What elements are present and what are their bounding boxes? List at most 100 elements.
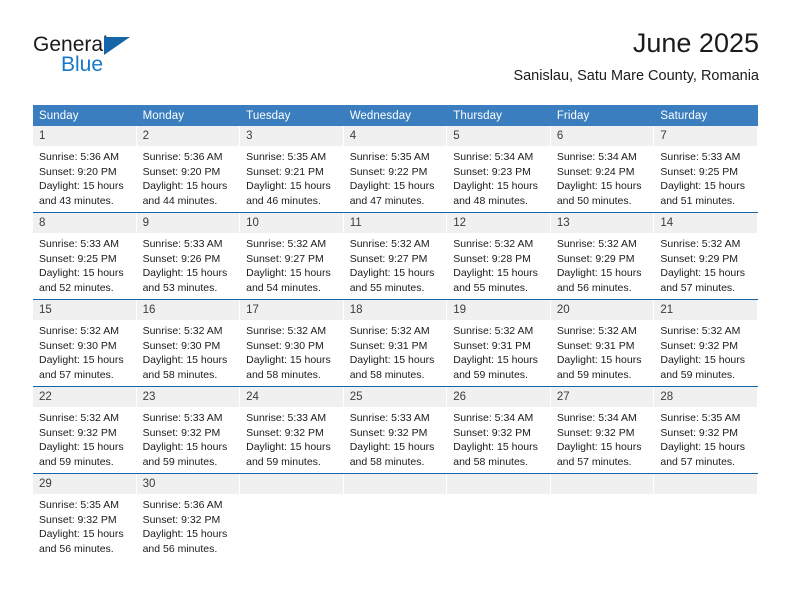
calendar-day-cell[interactable]: 2 Sunrise: 5:36 AM Sunset: 9:20 PM Daylight… — [136, 126, 241, 213]
calendar-day-cell[interactable]: 17 Sunrise: 5:32 AM Sunset: 9:30 PM Dayligh… — [240, 299, 344, 387]
sunrise-text: Sunrise: 5:36 AM — [142, 151, 223, 163]
sunset-text: Sunset: 9:20 PM — [39, 165, 117, 178]
calendar-day-cell[interactable]: 4 Sunrise: 5:35 AM Sunset: 9:22 PM Daylight… — [343, 126, 448, 213]
calendar-day-cell[interactable]: 24 Sunrise: 5:33 AM Sunset: 9:32 PM Dayligh… — [240, 386, 344, 474]
calendar-day-cell[interactable]: 15 Sunrise: 5:32 AM Sunset: 9:30 PM Dayligh… — [33, 299, 137, 387]
daylight-text-line2: and 46 minutes. — [246, 194, 321, 207]
calendar-day-cell[interactable]: 25 Sunrise: 5:33 AM Sunset: 9:32 PM Dayligh… — [343, 386, 448, 474]
sunset-text: Sunset: 9:21 PM — [246, 165, 324, 178]
calendar-day-cell[interactable]: 21 Sunrise: 5:32 AM Sunset: 9:32 PM Dayligh… — [654, 299, 758, 387]
sunset-text: Sunset: 9:31 PM — [453, 339, 531, 352]
calendar-day-cell[interactable]: 8 Sunrise: 5:33 AM Sunset: 9:25 PM Daylight… — [33, 212, 137, 300]
daylight-text-line2: and 44 minutes. — [142, 194, 218, 207]
sunrise-text: Sunrise: 5:36 AM — [39, 151, 119, 163]
calendar-day-cell[interactable]: 26 Sunrise: 5:34 AM Sunset: 9:32 PM Dayligh… — [447, 386, 551, 474]
daylight-text-line1: Daylight: 15 hours — [453, 267, 538, 280]
logo-triangle-icon — [104, 37, 130, 55]
calendar-day-cell[interactable]: 29 Sunrise: 5:35 AM Sunset: 9:32 PM Dayligh… — [33, 473, 137, 560]
daylight-text-line2: and 57 minutes. — [556, 455, 632, 468]
day-number: 12 — [447, 213, 550, 233]
logo-text-blue: Blue — [61, 53, 104, 76]
day-details: Sunrise: 5:33 AM Sunset: 9:25 PM Daylight:… — [33, 233, 136, 295]
sunrise-text: Sunrise: 5:34 AM — [453, 412, 534, 424]
sunset-text: Sunset: 9:27 PM — [246, 252, 324, 265]
day-details: Sunrise: 5:36 AM Sunset: 9:20 PM Daylight:… — [33, 146, 136, 208]
calendar-day-cell[interactable]: 18 Sunrise: 5:32 AM Sunset: 9:31 PM Dayligh… — [343, 299, 448, 387]
calendar-day-cell[interactable]: 11 Sunrise: 5:32 AM Sunset: 9:27 PM Dayligh… — [343, 212, 448, 300]
calendar-day-cell[interactable]: 23 Sunrise: 5:33 AM Sunset: 9:32 PM Dayligh… — [136, 386, 241, 474]
day-number: 4 — [343, 126, 447, 146]
daylight-text-line1: Daylight: 15 hours — [453, 180, 538, 193]
daylight-text-line1: Daylight: 15 hours — [39, 267, 124, 280]
calendar-day-cell[interactable]: 14 Sunrise: 5:32 AM Sunset: 9:29 PM Dayligh… — [654, 212, 758, 300]
daylight-text-line2: and 43 minutes. — [39, 194, 114, 207]
calendar-day-cell[interactable]: 28 Sunrise: 5:35 AM Sunset: 9:32 PM Dayligh… — [654, 386, 758, 474]
daylight-text-line1: Daylight: 15 hours — [142, 441, 228, 454]
page-subtitle: Sanislau, Satu Mare County, Romania — [513, 68, 759, 84]
sunset-text: Sunset: 9:25 PM — [39, 252, 117, 265]
sunrise-text: Sunrise: 5:32 AM — [556, 238, 637, 250]
calendar-day-cell[interactable]: 22 Sunrise: 5:32 AM Sunset: 9:32 PM Dayligh… — [33, 386, 137, 474]
day-details: Sunrise: 5:35 AM Sunset: 9:22 PM Daylight:… — [344, 146, 447, 208]
sunrise-text: Sunrise: 5:34 AM — [556, 412, 637, 424]
calendar-day-cell[interactable]: 6 Sunrise: 5:34 AM Sunset: 9:24 PM Daylight… — [550, 126, 655, 213]
calendar-day-cell[interactable]: 5 Sunrise: 5:34 AM Sunset: 9:23 PM Daylight… — [447, 126, 551, 213]
daylight-text-line2: and 55 minutes. — [453, 281, 528, 294]
daylight-text-line1: Daylight: 15 hours — [142, 528, 228, 541]
sunrise-text: Sunrise: 5:32 AM — [246, 325, 327, 337]
day-number: 24 — [240, 387, 343, 407]
calendar-day-cell[interactable]: 30 Sunrise: 5:36 AM Sunset: 9:32 PM Dayligh… — [136, 473, 241, 560]
calendar-day-cell[interactable]: 7 Sunrise: 5:33 AM Sunset: 9:25 PM Daylight… — [654, 126, 758, 213]
daylight-text-line2: and 48 minutes. — [453, 194, 528, 207]
day-details: Sunrise: 5:34 AM Sunset: 9:32 PM Daylight:… — [447, 407, 550, 469]
day-details: Sunrise: 5:32 AM Sunset: 9:29 PM Daylight:… — [654, 233, 757, 295]
day-number: 10 — [240, 213, 343, 233]
sunset-text: Sunset: 9:32 PM — [660, 426, 739, 439]
sunset-text: Sunset: 9:23 PM — [453, 165, 531, 178]
sunrise-text: Sunrise: 5:33 AM — [349, 412, 430, 424]
calendar-day-cell[interactable]: 27 Sunrise: 5:34 AM Sunset: 9:32 PM Dayligh… — [550, 386, 655, 474]
daylight-text-line2: and 57 minutes. — [660, 455, 736, 468]
weekday-header-friday: Friday — [550, 105, 655, 126]
day-number: 14 — [654, 213, 757, 233]
sunrise-text: Sunrise: 5:36 AM — [142, 499, 223, 511]
day-details: Sunrise: 5:32 AM Sunset: 9:30 PM Daylight:… — [137, 320, 240, 382]
calendar-day-cell[interactable]: 19 Sunrise: 5:32 AM Sunset: 9:31 PM Dayligh… — [447, 299, 551, 387]
sunset-text: Sunset: 9:32 PM — [453, 426, 531, 439]
daylight-text-line1: Daylight: 15 hours — [349, 441, 435, 454]
day-number: 23 — [136, 387, 240, 407]
calendar-day-cell[interactable]: 10 Sunrise: 5:32 AM Sunset: 9:27 PM Dayligh… — [240, 212, 344, 300]
daylight-text-line1: Daylight: 15 hours — [453, 441, 538, 454]
daylight-text-line2: and 52 minutes. — [39, 281, 114, 294]
daylight-text-line1: Daylight: 15 hours — [556, 180, 642, 193]
day-number: 22 — [33, 387, 136, 407]
calendar-day-cell[interactable]: 20 Sunrise: 5:32 AM Sunset: 9:31 PM Dayligh… — [550, 299, 655, 387]
day-number: 18 — [343, 300, 447, 320]
sunrise-text: Sunrise: 5:32 AM — [349, 325, 430, 337]
sunrise-sunset-calendar: Sunday Monday Tuesday Wednesday Thursday… — [33, 105, 758, 560]
calendar-day-cell[interactable]: 12 Sunrise: 5:32 AM Sunset: 9:28 PM Dayligh… — [447, 212, 551, 300]
sunrise-text: Sunrise: 5:35 AM — [660, 412, 741, 424]
daylight-text-line1: Daylight: 15 hours — [660, 267, 746, 280]
daylight-text-line1: Daylight: 15 hours — [142, 180, 228, 193]
sunrise-text: Sunrise: 5:32 AM — [39, 325, 119, 337]
day-number: 9 — [136, 213, 240, 233]
day-number: 15 — [33, 300, 136, 320]
sunrise-text: Sunrise: 5:35 AM — [246, 151, 327, 163]
calendar-day-cell[interactable]: 3 Sunrise: 5:35 AM Sunset: 9:21 PM Daylight… — [240, 126, 344, 213]
day-details: Sunrise: 5:32 AM Sunset: 9:27 PM Daylight:… — [344, 233, 447, 295]
sunrise-text: Sunrise: 5:35 AM — [349, 151, 430, 163]
day-number — [343, 474, 447, 494]
sunset-text: Sunset: 9:25 PM — [660, 165, 739, 178]
day-number: 19 — [447, 300, 550, 320]
daylight-text-line2: and 58 minutes. — [142, 368, 218, 381]
calendar-day-cell-empty — [240, 473, 344, 560]
day-number: 30 — [136, 474, 240, 494]
calendar-day-cell-empty — [447, 473, 551, 560]
calendar-day-cell[interactable]: 9 Sunrise: 5:33 AM Sunset: 9:26 PM Daylight… — [136, 212, 241, 300]
calendar-day-cell[interactable]: 13 Sunrise: 5:32 AM Sunset: 9:29 PM Dayligh… — [550, 212, 655, 300]
daylight-text-line1: Daylight: 15 hours — [556, 441, 642, 454]
calendar-day-cell[interactable]: 1 Sunrise: 5:36 AM Sunset: 9:20 PM Daylight… — [33, 126, 137, 213]
calendar-day-cell[interactable]: 16 Sunrise: 5:32 AM Sunset: 9:30 PM Dayligh… — [136, 299, 241, 387]
day-number: 25 — [343, 387, 447, 407]
